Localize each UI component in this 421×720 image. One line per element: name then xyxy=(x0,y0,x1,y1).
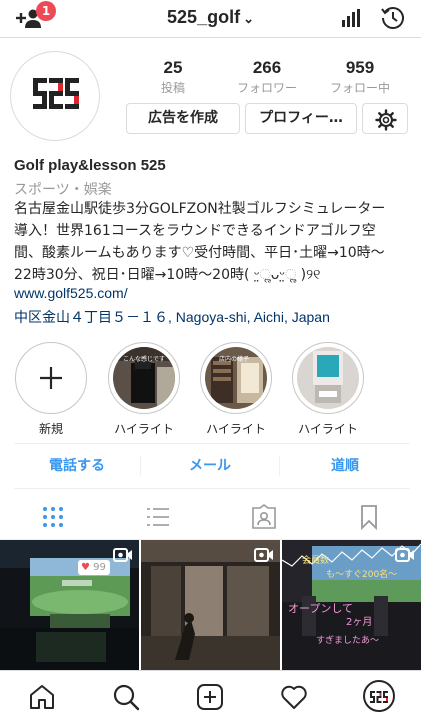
stat-following[interactable]: 959 フォロー中 xyxy=(315,58,405,96)
highlight-item[interactable]: 店内の様子 ハイライト xyxy=(198,342,274,437)
insights-button[interactable] xyxy=(341,8,361,28)
highlight-item[interactable]: ハイライト xyxy=(290,342,366,437)
bio-line: 22時30分、祝日･日曜→10時〜20時( ᵕ̤ૢᴗᵕ̤ૢ )୨୧ xyxy=(14,267,321,283)
highlight-label: ハイライト xyxy=(114,422,174,436)
highlight-thumbnail xyxy=(297,347,359,409)
profile-bio: 名古屋金山駅徒歩3分GOLFZON社製ゴルフシミュレーター 導入！世界161コー… xyxy=(14,198,414,286)
bottom-navigation xyxy=(0,670,421,720)
top-bar: 1 525_golf ⌄ xyxy=(0,0,421,38)
bar-chart-icon xyxy=(342,9,360,27)
search-icon xyxy=(113,684,140,711)
highlight-caption: 店内の様子 xyxy=(219,356,250,363)
tab-list[interactable] xyxy=(143,502,173,532)
overlay-line: 2ヶ月 xyxy=(346,617,373,628)
stat-followers[interactable]: 266 フォロワー xyxy=(222,58,312,96)
nav-activity[interactable] xyxy=(279,682,309,712)
stat-value: 959 xyxy=(345,58,375,77)
highlight-new[interactable]: 新規 xyxy=(13,342,89,437)
highlight-thumbnail: こんな感じです xyxy=(113,347,175,409)
clock-history-icon xyxy=(381,7,404,29)
overlay-line: も〜すぐ200名〜 xyxy=(326,570,398,580)
stat-value: 25 xyxy=(163,58,183,77)
bio-line: 導入！世界161コースをラウンドできるインドアゴルフ空 xyxy=(14,223,376,239)
post-thumbnail[interactable]: 会員数 も〜すぐ200名〜 オープンして 2ヶ月 すぎましたあ〜 xyxy=(282,540,421,670)
directions-button[interactable]: 道順 xyxy=(280,444,410,488)
stat-label: 投稿 xyxy=(160,81,185,95)
stat-value: 266 xyxy=(252,58,282,77)
highlight-ring xyxy=(292,342,364,414)
tab-tagged[interactable] xyxy=(249,502,279,532)
video-icon xyxy=(395,548,414,562)
profile-view-tabs xyxy=(0,494,421,540)
plus-icon xyxy=(40,367,62,389)
video-icon xyxy=(113,548,132,562)
grid-icon xyxy=(43,507,63,527)
highlight-thumbnail: 店内の様子 xyxy=(205,347,267,409)
heart-icon xyxy=(281,685,307,709)
gear-icon xyxy=(375,109,397,131)
overlay-line: オープンして xyxy=(288,602,354,615)
profile-avatar[interactable] xyxy=(10,51,100,141)
highlight-item[interactable]: こんな感じです ハイライト xyxy=(106,342,182,437)
post-thumbnail[interactable]: ♥ 99 xyxy=(0,540,139,670)
bio-line: 間、酸素ルームもあります♡受付時間、平日･土曜→10時〜 xyxy=(14,245,385,261)
post-thumbnail[interactable] xyxy=(141,540,280,670)
profile-website-link[interactable]: www.golf525.com/ xyxy=(14,285,128,301)
settings-button[interactable] xyxy=(362,103,408,134)
brand-logo xyxy=(31,75,81,119)
likes-count: 99 xyxy=(93,562,106,573)
archive-button[interactable] xyxy=(380,5,406,31)
highlight-label: ハイライト xyxy=(298,422,358,436)
add-post-icon xyxy=(197,684,223,710)
video-icon xyxy=(254,548,273,562)
highlight-ring xyxy=(15,342,87,414)
home-icon xyxy=(30,685,54,709)
highlight-ring: こんな感じです xyxy=(108,342,180,414)
highlight-label: ハイライト xyxy=(206,422,266,436)
stat-label: フォロワー xyxy=(236,81,297,95)
call-button[interactable]: 電話する xyxy=(14,444,140,488)
account-username: 525_golf xyxy=(167,7,241,27)
tab-grid[interactable] xyxy=(38,502,68,532)
tab-saved[interactable] xyxy=(354,502,384,532)
overlay-line: すぎましたあ〜 xyxy=(316,636,380,646)
tagged-person-icon xyxy=(252,504,276,529)
edit-profile-button[interactable]: プロフィー… xyxy=(245,103,357,134)
heart-icon: ♥ xyxy=(81,562,90,573)
email-button[interactable]: メール xyxy=(141,444,279,488)
profile-display-name: Golf play&lesson 525 xyxy=(14,157,166,174)
nav-search[interactable] xyxy=(111,682,141,712)
profile-address-link[interactable]: 中区金山４丁目５－１６, Nagoya-shi, Aichi, Japan xyxy=(14,307,330,327)
profile-category: スポーツ・娯楽 xyxy=(14,182,112,198)
chevron-down-icon: ⌄ xyxy=(243,11,254,26)
highlight-caption: こんな感じです xyxy=(123,356,166,363)
nav-home[interactable] xyxy=(27,682,57,712)
highlight-ring: 店内の様子 xyxy=(200,342,272,414)
nav-profile[interactable] xyxy=(363,680,395,712)
bookmark-icon xyxy=(361,505,377,531)
highlight-label: 新規 xyxy=(38,422,63,436)
stat-label: フォロー中 xyxy=(329,81,390,95)
create-ad-button[interactable]: 広告を作成 xyxy=(126,103,240,134)
bio-line: 名古屋金山駅徒歩3分GOLFZON社製ゴルフシミュレーター xyxy=(14,201,386,217)
contact-actions: 電話する メール 道順 xyxy=(14,443,410,489)
post-text-overlay: 会員数 も〜すぐ200名〜 オープンして 2ヶ月 すぎましたあ〜 xyxy=(286,554,418,648)
posts-grid: ♥ 99 会員数 も〜すぐ200名〜 オープンして 2ヶ月 すぎましたあ〜 xyxy=(0,540,421,670)
likes-badge: ♥ 99 xyxy=(78,560,110,575)
list-icon xyxy=(147,508,169,526)
nav-new-post[interactable] xyxy=(195,682,225,712)
profile-avatar-icon xyxy=(363,680,395,712)
stat-posts[interactable]: 25 投稿 xyxy=(128,58,218,96)
